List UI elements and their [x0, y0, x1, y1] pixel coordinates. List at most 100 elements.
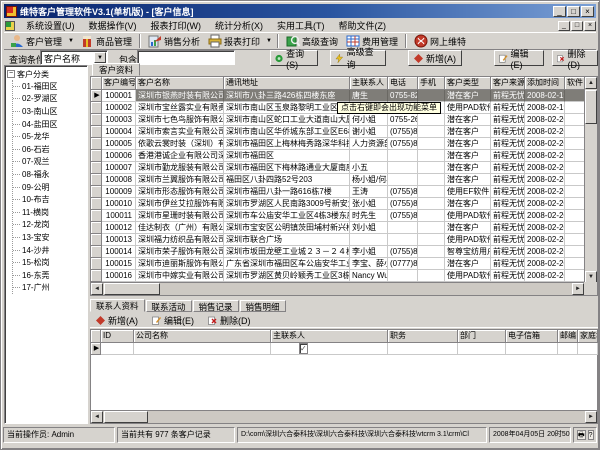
menu-item-3[interactable]: 统计分析(X)	[208, 18, 270, 33]
horizontal-scroll-thumb[interactable]	[104, 283, 160, 295]
table-row[interactable]: 100014深圳市荣子服饰有限公司深圳市坂田龙壁工业城２３－２４栋李小姐(075…	[91, 246, 597, 258]
tree-item-12[interactable]: 12-龙岗	[13, 219, 87, 232]
detail-tab-3[interactable]: 销售明细	[240, 300, 286, 312]
table-row[interactable]: 100008深圳市兰翼服饰有限公司福田区八卦四路52号203杨小姐/何小潜在客户…	[91, 174, 597, 186]
vertical-scroll-thumb[interactable]	[585, 90, 597, 124]
tab-customer-data[interactable]: 客户资料	[92, 63, 140, 76]
table-row[interactable]: 100013深圳福力纺织品有限公司深圳市联合广场使用PAD软件前程无忧2008-…	[91, 234, 597, 246]
table-row[interactable]: 100010深圳市伊丝艾拉服饰有限公深圳市罗湖区人民南路3009号新安大厦12楼…	[91, 198, 597, 210]
tree-item-16[interactable]: 16-东莞	[13, 269, 87, 282]
detail-cell	[558, 343, 578, 355]
search-icon	[275, 54, 283, 63]
tree-item-15[interactable]: 15-松岗	[13, 256, 87, 269]
tree-item-08[interactable]: 08-福永	[13, 168, 87, 181]
tree-item-13[interactable]: 13-宝安	[13, 231, 87, 244]
table-cell: 深圳市福田八卦一路616栋7楼	[224, 186, 350, 198]
child-minimize-button[interactable]: _	[558, 21, 570, 31]
printer-icon[interactable]: 🖶	[577, 430, 586, 440]
row-marker	[91, 102, 102, 114]
customer-management-button[interactable]: 客户管理	[6, 33, 66, 49]
product-management-button[interactable]: 商品管理	[76, 33, 136, 49]
table-cell: 潜在客户	[445, 150, 491, 162]
table-cell: 2008-02-20	[525, 234, 565, 246]
restore-button[interactable]: □	[567, 6, 580, 17]
detail-tab-2[interactable]: 销售记录	[193, 300, 239, 312]
table-row[interactable]: 100015深圳市迪丽斯服饰有限公司广东省深圳市福田区车公庙安华工业区6栋4李宝…	[91, 258, 597, 270]
table-cell: 深圳市罗湖区人民南路3009号新安大厦12楼	[224, 198, 350, 210]
menu-item-1[interactable]: 数据操作(V)	[82, 18, 144, 33]
table-cell: 潜在客户	[445, 114, 491, 126]
close-button[interactable]: ×	[581, 6, 594, 17]
contact-row[interactable]: ▶✓	[91, 343, 597, 355]
menu-item-2[interactable]: 报表打印(W)	[144, 18, 209, 33]
table-row[interactable]: 100004深圳市索言实业有限公司深圳市南山区华侨城东部工业区E6栋601谢小姐…	[91, 126, 597, 138]
row-marker	[91, 258, 102, 270]
table-row[interactable]: 100006香港港诚企业有限公司深圳深圳市福田区潜在客户前程无忧2008-02-…	[91, 150, 597, 162]
dropdown-arrow-icon[interactable]: ▼	[66, 38, 76, 44]
table-cell	[565, 174, 585, 186]
table-cell: 深圳市索言实业有限公司	[136, 126, 224, 138]
app-icon	[6, 6, 17, 17]
table-cell	[388, 162, 418, 174]
child-close-button[interactable]: ×	[584, 21, 596, 31]
tree-item-14[interactable]: 14-沙井	[13, 244, 87, 257]
dropdown-arrow-icon[interactable]: ▼	[264, 38, 274, 44]
detail-add-button[interactable]: 新增(A)	[96, 314, 138, 327]
table-cell: 前程无忧	[491, 138, 525, 150]
status-tray: 🖶 ?	[573, 427, 597, 443]
table-row[interactable]: 100012佳达制衣（广州）有限公司深圳市宝安区公明镇茨田埔村新兴楼模厂刘小姐潜…	[91, 222, 597, 234]
detail-tab-1[interactable]: 联系活动	[146, 300, 192, 312]
child-restore-button[interactable]: □	[571, 21, 583, 31]
tree-item-10[interactable]: 10-布吉	[13, 193, 87, 206]
table-cell: 深圳市勤龙服装有限公司	[136, 162, 224, 174]
menu-item-5[interactable]: 帮助文件(Z)	[332, 18, 394, 33]
tree-item-09[interactable]: 09-公明	[13, 181, 87, 194]
tree-item-17[interactable]: 17-广州	[13, 282, 87, 295]
tree-item-01[interactable]: 01-福田区	[13, 80, 87, 93]
table-cell: 100008	[102, 174, 136, 186]
detail-horizontal-scrollbar[interactable]: ◄ ►	[91, 410, 597, 423]
tree-item-04[interactable]: 04-盐田区	[13, 118, 87, 131]
online-weite-button[interactable]: 网上维特	[410, 33, 470, 49]
menu-item-0[interactable]: 系统设置(U)	[19, 18, 82, 33]
vertical-scrollbar[interactable]: ▲ ▼	[584, 77, 597, 283]
detail-edit-button[interactable]: 编辑(E)	[152, 314, 194, 327]
tree-item-02[interactable]: 02-罗湖区	[13, 93, 87, 106]
horizontal-scrollbar[interactable]: ◄ ►	[91, 282, 584, 295]
detail-delete-button[interactable]: 删除(D)	[208, 314, 251, 327]
tree-item-06[interactable]: 06-石岩	[13, 143, 87, 156]
tree-item-03[interactable]: 03-南山区	[13, 105, 87, 118]
table-row[interactable]: 100016深圳市中嫁实业有限公司深圳市罗湖区黄贝岭颖秀工业区3栋1楼Nancy…	[91, 270, 597, 282]
table-cell	[565, 258, 585, 270]
scroll-left-icon[interactable]: ◄	[91, 411, 103, 423]
table-row[interactable]: 100011深圳市星珊时装有限公司深圳市车公庙安华工业区4栋3楼东座时先生(07…	[91, 210, 597, 222]
table-cell	[565, 138, 585, 150]
scroll-right-icon[interactable]: ►	[585, 411, 597, 423]
table-row[interactable]: 100005依歌云裳时装（深圳）有限深圳市福田区上梅林梅秀路深华科技工业园人力资…	[91, 138, 597, 150]
table-row[interactable]: 100003深圳市七色鸟服饰有限公司深圳市南山区蛇口工业大道南山大厦东座71何小…	[91, 114, 597, 126]
detail-horizontal-scroll-thumb[interactable]	[104, 411, 148, 423]
collapse-icon[interactable]: −	[7, 70, 15, 78]
table-row[interactable]: ▶100001深圳市银燕时装有限公司深圳市八卦三路426栋四楼东座唐生0755-…	[91, 90, 597, 102]
detail-tab-0[interactable]: 联系人资料	[90, 299, 145, 312]
scroll-up-icon[interactable]: ▲	[585, 77, 597, 89]
scroll-left-icon[interactable]: ◄	[91, 283, 103, 295]
edit-icon	[499, 54, 508, 63]
report-print-button[interactable]: 报表打印	[204, 33, 264, 49]
tree-item-11[interactable]: 11-横岗	[13, 206, 87, 219]
tree-root-customer-category[interactable]: − 客户分类	[7, 68, 87, 80]
minimize-button[interactable]: _	[553, 6, 566, 17]
table-row[interactable]: 100007深圳市勤龙服装有限公司深圳市福田区下梅林路通业大厦南座6楼小五潜在客…	[91, 162, 597, 174]
sales-analysis-button[interactable]: 销售分析	[144, 33, 204, 49]
table-cell	[418, 162, 445, 174]
table-row[interactable]: 100009深圳市形态服饰有限公司深圳市福田八卦一路616栋7楼王涛(0755)…	[91, 186, 597, 198]
table-cell: (0755)83	[388, 138, 418, 150]
chevron-down-icon[interactable]: ▼	[94, 52, 106, 63]
menu-item-4[interactable]: 实用工具(T)	[270, 18, 332, 33]
checkbox-icon[interactable]: ✓	[299, 343, 308, 354]
help-icon[interactable]: ?	[588, 430, 594, 440]
tree-item-05[interactable]: 05-龙华	[13, 130, 87, 143]
table-cell	[565, 114, 585, 126]
scroll-right-icon[interactable]: ►	[572, 283, 584, 295]
tree-item-07[interactable]: 07-观兰	[13, 156, 87, 169]
